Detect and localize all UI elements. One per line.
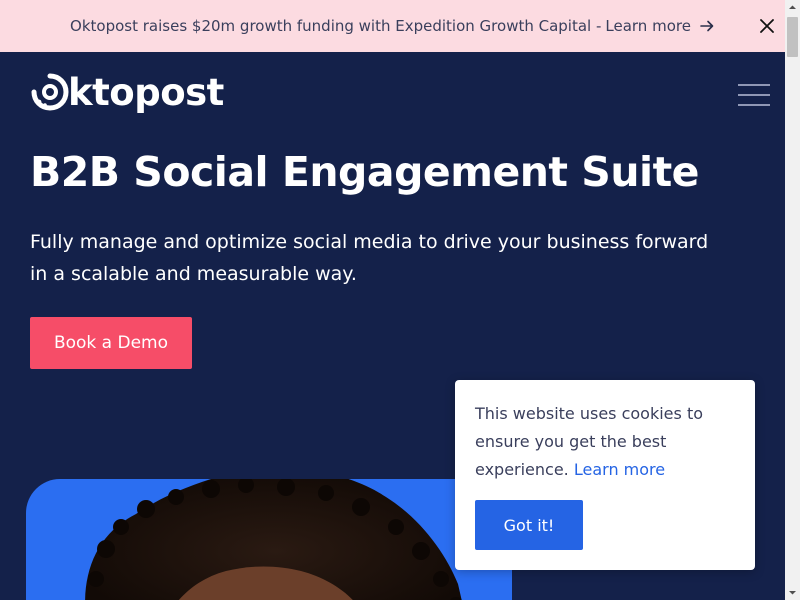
cookie-accept-button[interactable]: Got it! <box>475 500 583 550</box>
book-demo-button[interactable]: Book a Demo <box>30 317 192 369</box>
hero-subtitle: Fully manage and optimize social media t… <box>30 231 709 285</box>
announcement-text: Oktopost raises $20m growth funding with… <box>70 17 602 35</box>
scrollbar-thumb[interactable] <box>787 17 798 57</box>
announcement-learn-more-link[interactable]: Learn more <box>605 17 691 35</box>
hero-title: B2B Social Engagement Suite <box>30 148 700 196</box>
cookie-consent-banner: This website uses cookies to ensure you … <box>455 380 755 570</box>
logo-wordmark: ktopost <box>68 70 224 114</box>
person-photo-illustration <box>85 479 462 600</box>
scroll-down-arrow-icon[interactable] <box>785 585 800 600</box>
oktopost-logo[interactable]: ktopost <box>30 72 224 112</box>
hamburger-menu-icon[interactable] <box>738 84 770 106</box>
cookie-learn-more-link[interactable]: Learn more <box>574 460 665 479</box>
announcement-text-row: Oktopost raises $20m growth funding with… <box>70 17 715 35</box>
page-scrollbar[interactable] <box>785 0 800 600</box>
close-icon[interactable] <box>757 16 777 36</box>
cookie-message: This website uses cookies to ensure you … <box>475 400 735 484</box>
hero-photo <box>26 479 512 600</box>
octopus-logo-icon <box>31 73 69 111</box>
announcement-bar: Oktopost raises $20m growth funding with… <box>0 0 785 52</box>
arrow-right-icon[interactable] <box>699 18 715 34</box>
scroll-up-arrow-icon[interactable] <box>785 0 800 15</box>
